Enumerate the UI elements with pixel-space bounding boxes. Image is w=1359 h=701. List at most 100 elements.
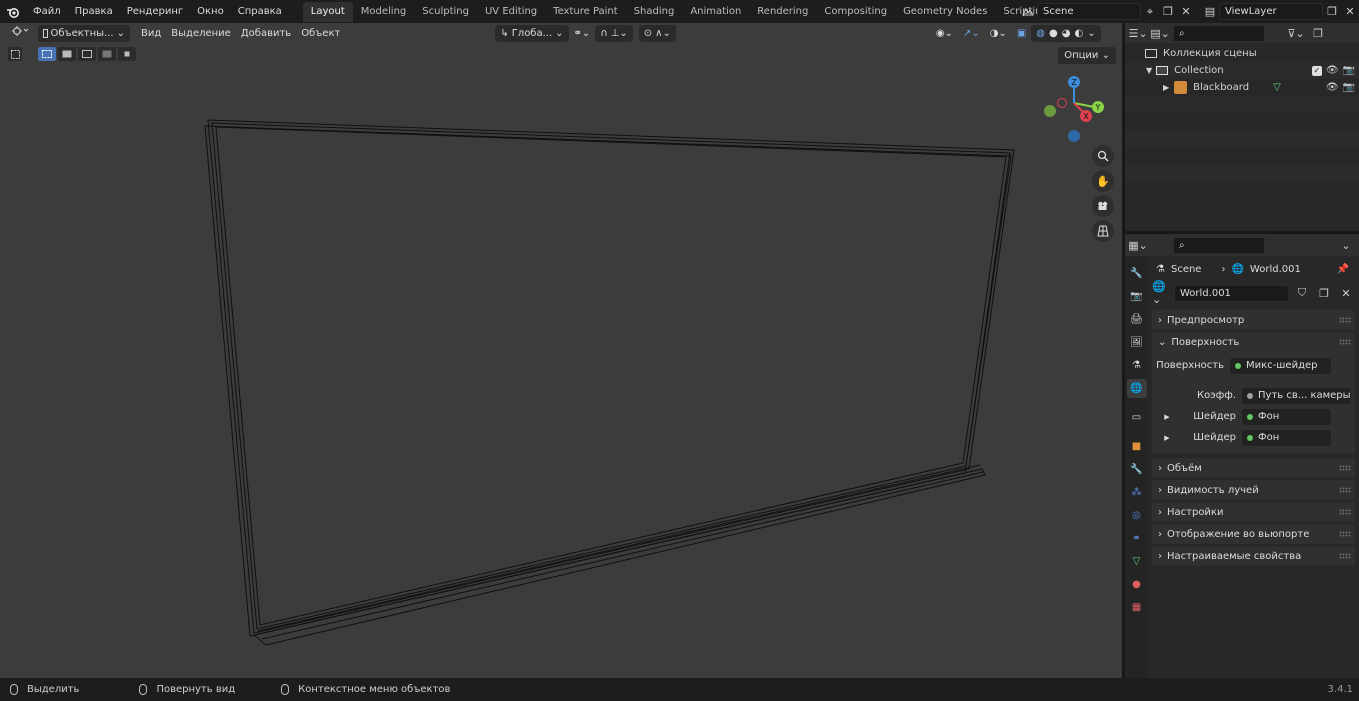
pin-icon[interactable]: ⌖ (1141, 3, 1159, 20)
surface-shader-row: Поверхность Микс-шейдер (1156, 355, 1351, 376)
expand-arrow-icon[interactable]: ▶ (1156, 434, 1178, 442)
prop-label: Коэфф. (1197, 390, 1236, 401)
properties-editor-type-icon[interactable]: ▦⌄ (1128, 237, 1148, 254)
tool-tab-icon[interactable]: 🔧 (1127, 264, 1147, 283)
blackboard-mesh-wireframe[interactable] (0, 23, 1122, 678)
eye-icon[interactable]: 👁 (1326, 65, 1339, 76)
particles-tab-icon[interactable]: ⁂ (1127, 483, 1147, 502)
shader-1-row: ▶ Шейдер Фон (1156, 406, 1351, 427)
world-tab-icon[interactable]: 🌐 (1126, 379, 1147, 398)
drag-grip-icon[interactable] (1339, 487, 1351, 493)
delete-view-layer-icon[interactable]: ✕ (1341, 3, 1359, 20)
menu-render[interactable]: Рендеринг (120, 0, 190, 23)
tab-layout[interactable]: Layout (302, 1, 353, 22)
expand-arrow-icon[interactable]: ▼ (1146, 66, 1152, 75)
panel-preview[interactable]: › Предпросмотр (1152, 310, 1355, 330)
material-tab-icon[interactable]: ● (1127, 575, 1147, 594)
pin-icon[interactable]: 📌 (1337, 264, 1349, 275)
tab-modeling[interactable]: Modeling (353, 2, 415, 22)
camera-render-icon[interactable]: 📷 (1343, 82, 1355, 93)
panel-volume[interactable]: › Объём (1152, 458, 1355, 478)
view-layer-selector-icon[interactable]: ▤ (1201, 3, 1219, 20)
menu-edit[interactable]: Правка (68, 0, 120, 23)
perspective-toggle-icon[interactable] (1092, 220, 1114, 242)
mesh-data-icon[interactable]: ▽ (1273, 82, 1281, 93)
panel-custom-properties[interactable]: › Настраиваемые свойства (1152, 546, 1355, 566)
tab-animation[interactable]: Animation (682, 2, 749, 22)
menu-help[interactable]: Справка (231, 0, 289, 23)
drag-grip-icon[interactable] (1339, 339, 1351, 345)
outliner-row-blackboard[interactable]: ▶ Blackboard ▽ 👁 📷 (1125, 79, 1359, 96)
surface-shader-field[interactable]: Микс-шейдер (1230, 357, 1331, 374)
eye-icon[interactable]: 👁 (1326, 82, 1339, 93)
drag-grip-icon[interactable] (1339, 553, 1351, 559)
panel-surface[interactable]: ⌄ Поверхность (1152, 332, 1355, 352)
outliner-search-input[interactable]: ⌕ (1173, 24, 1265, 42)
drag-grip-icon[interactable] (1339, 465, 1351, 471)
delete-scene-icon[interactable]: ✕ (1177, 3, 1195, 20)
scene-selector-icon[interactable] (1019, 3, 1037, 20)
tab-shading[interactable]: Shading (626, 2, 683, 22)
pan-hand-icon[interactable]: ✋ (1092, 170, 1114, 192)
panel-settings[interactable]: › Настройки (1152, 502, 1355, 522)
filter-icon[interactable]: ⊽⌄ (1287, 25, 1305, 42)
tab-uv-editing[interactable]: UV Editing (477, 2, 545, 22)
chevron-right-icon: › (1158, 528, 1162, 540)
navigation-gizmo[interactable]: Z Y X (1034, 75, 1114, 145)
scene-name-field[interactable]: Scene (1037, 3, 1141, 20)
blender-logo-icon[interactable] (0, 0, 26, 23)
view-layer-tab-icon[interactable]: 🖼 (1127, 333, 1147, 352)
checkbox-icon[interactable]: ✓ (1311, 65, 1322, 76)
tab-sculpting[interactable]: Sculpting (414, 2, 477, 22)
data-tab-icon[interactable]: ▽ (1127, 552, 1147, 571)
tab-texture-paint[interactable]: Texture Paint (545, 2, 626, 22)
tab-rendering[interactable]: Rendering (749, 2, 816, 22)
menu-file[interactable]: Файл (26, 0, 68, 23)
chevron-right-icon: › (1221, 263, 1226, 275)
outliner-editor-type-icon[interactable]: ☰⌄ (1128, 25, 1147, 42)
world-name-field[interactable]: World.001 (1174, 284, 1289, 302)
tab-compositing[interactable]: Compositing (816, 2, 895, 22)
properties-search-input[interactable]: ⌕ (1173, 236, 1265, 254)
expand-arrow-icon[interactable]: ▶ (1156, 413, 1178, 421)
constraints-tab-icon[interactable]: ⚭ (1127, 529, 1147, 548)
collection-tab-icon[interactable]: ▭ (1127, 408, 1147, 427)
modifiers-tab-icon[interactable]: 🔧 (1127, 460, 1147, 479)
world-browse-icon[interactable]: 🌐⌄ (1152, 280, 1170, 306)
expand-arrow-icon[interactable]: ▶ (1163, 83, 1169, 92)
world-selector-row: 🌐⌄ World.001 ⛉ ❐ ✕ (1152, 280, 1355, 306)
chevron-down-icon[interactable]: ⌄ (1337, 237, 1355, 254)
duplicate-world-icon[interactable]: ❐ (1315, 285, 1333, 302)
drag-grip-icon[interactable] (1339, 531, 1351, 537)
outliner-row-collection[interactable]: ▼ Collection ✓ 👁 📷 (1125, 62, 1359, 79)
new-collection-icon[interactable]: ❐ (1309, 25, 1327, 42)
shader-2-field[interactable]: Фон (1242, 429, 1331, 446)
menu-window[interactable]: Окно (190, 0, 231, 23)
panel-viewport-display[interactable]: › Отображение во вьюпорте (1152, 524, 1355, 544)
tab-geometry-nodes[interactable]: Geometry Nodes (895, 2, 995, 22)
view-layer-field[interactable]: ViewLayer (1219, 3, 1323, 20)
breadcrumb-scene: Scene (1170, 263, 1202, 275)
drag-grip-icon[interactable] (1339, 317, 1351, 323)
texture-tab-icon[interactable]: ▦ (1127, 598, 1147, 617)
camera-view-icon[interactable] (1092, 195, 1114, 217)
physics-tab-icon[interactable]: ◎ (1127, 506, 1147, 525)
outliner-row-label: Blackboard (1193, 82, 1250, 93)
new-scene-icon[interactable]: ❐ (1159, 3, 1177, 20)
camera-render-icon[interactable]: 📷 (1343, 65, 1355, 76)
scene-tab-icon[interactable]: ⚗ (1127, 356, 1147, 375)
drag-grip-icon[interactable] (1339, 509, 1351, 515)
fake-user-shield-icon[interactable]: ⛉ (1293, 285, 1311, 302)
panel-ray-visibility[interactable]: › Видимость лучей (1152, 480, 1355, 500)
unlink-world-icon[interactable]: ✕ (1337, 285, 1355, 302)
output-tab-icon[interactable]: 🖨 (1127, 310, 1147, 329)
new-view-layer-icon[interactable]: ❐ (1323, 3, 1341, 20)
display-mode-icon[interactable]: ▤⌄ (1150, 25, 1170, 42)
zoom-icon[interactable] (1092, 145, 1114, 167)
shader-1-field[interactable]: Фон (1242, 408, 1331, 425)
fac-field[interactable]: Путь св... камеры (1242, 387, 1351, 404)
render-tab-icon[interactable]: 📷 (1127, 287, 1147, 306)
object-tab-icon[interactable]: ■ (1127, 437, 1147, 456)
3d-viewport[interactable]: Объектны... ⌄ Вид Выделение Добавить Объ… (0, 23, 1122, 678)
outliner-row-scene-collection[interactable]: Коллекция сцены (1125, 45, 1359, 62)
